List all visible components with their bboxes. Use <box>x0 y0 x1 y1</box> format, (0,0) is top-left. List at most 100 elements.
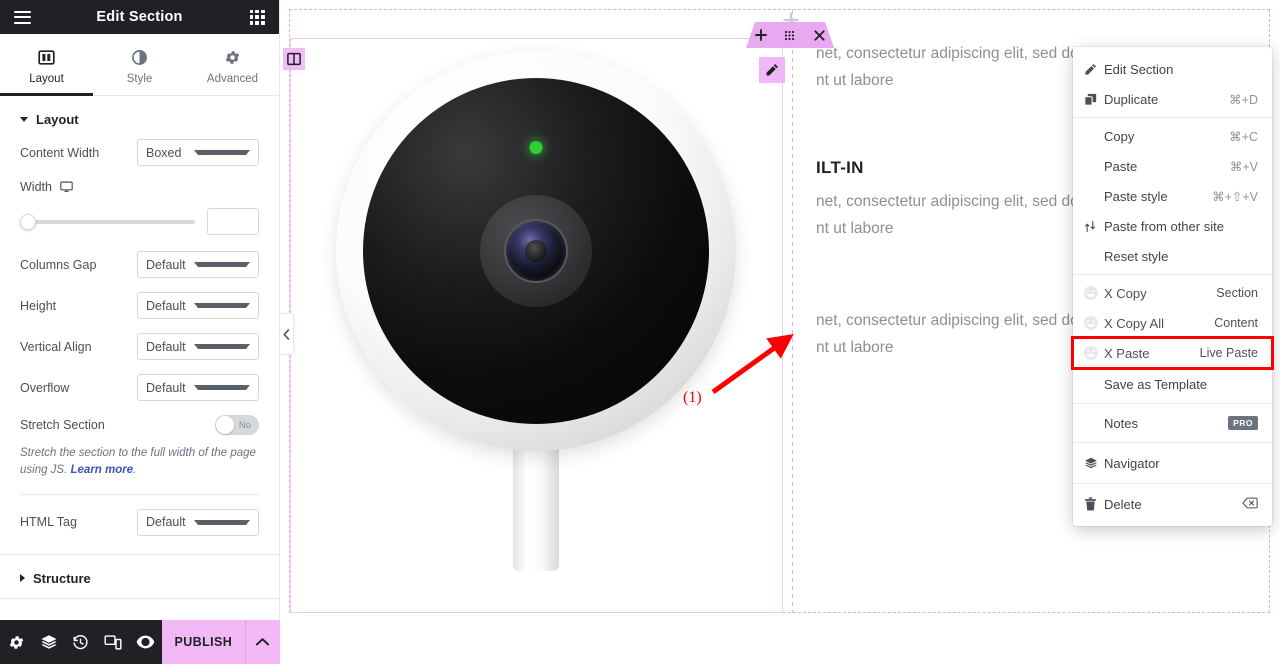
gear-icon <box>224 49 241 67</box>
desktop-icon[interactable] <box>60 181 73 193</box>
column-layout-icon[interactable] <box>283 48 305 70</box>
menu-item-edit-section[interactable]: Edit Section <box>1073 54 1272 84</box>
menu-item-x-paste[interactable]: X Paste Live Paste <box>1071 336 1274 370</box>
layout-columns-icon <box>38 49 55 67</box>
menu-item-copy[interactable]: Copy ⌘+C <box>1073 121 1272 151</box>
divider <box>0 597 279 599</box>
chevron-down-icon <box>194 344 250 349</box>
menu-item-reset-style[interactable]: Reset style <box>1073 241 1272 271</box>
preview-eye-icon[interactable] <box>129 620 161 664</box>
layers-navigator-icon[interactable] <box>32 620 64 664</box>
content-width-value: Boxed <box>146 145 182 160</box>
grid-apps-icon[interactable] <box>235 0 279 34</box>
section-structure-header[interactable]: Structure <box>0 555 279 598</box>
panel-collapse-handle[interactable] <box>280 313 294 355</box>
vertical-align-select[interactable]: Default <box>137 333 259 360</box>
divider <box>20 493 259 495</box>
menu-item-label: Reset style <box>1104 248 1169 264</box>
html-tag-select[interactable]: Default <box>137 508 259 536</box>
stretch-section-description: Stretch the section to the full width of… <box>0 445 279 494</box>
publish-button[interactable]: PUBLISH <box>161 620 245 664</box>
camera-lens <box>506 221 566 281</box>
menu-item-label: Notes <box>1104 415 1138 431</box>
slider-knob[interactable] <box>20 213 36 230</box>
menu-item-label: Duplicate <box>1104 91 1159 107</box>
drag-dots-icon[interactable] <box>779 22 801 48</box>
menu-item-label: Paste <box>1104 158 1138 174</box>
layers-navigator-icon <box>1084 456 1104 470</box>
stretch-desc-part2: . <box>133 464 137 477</box>
contrast-circle-icon <box>131 49 148 67</box>
menu-item-label: X Paste <box>1104 345 1150 361</box>
section-layout-label: Layout <box>36 112 79 127</box>
learn-more-link[interactable]: Learn more <box>71 464 134 476</box>
overflow-select[interactable]: Default <box>137 374 259 401</box>
trash-delete-icon <box>1084 497 1104 511</box>
security-camera-image <box>336 51 736 571</box>
control-overflow: Overflow Default <box>0 374 279 401</box>
x-plugin-icon <box>1084 286 1104 300</box>
camera-lens-housing <box>480 195 592 307</box>
settings-gear-icon[interactable] <box>0 620 32 664</box>
overflow-label: Overflow <box>20 380 70 395</box>
pencil-edit-icon[interactable] <box>759 57 785 83</box>
columns-gap-value: Default <box>146 257 186 272</box>
stretch-desc-part1: Stretch the section to the full width of… <box>20 447 256 477</box>
menu-item-label: Paste style <box>1104 188 1168 204</box>
overflow-value: Default <box>146 380 186 395</box>
panel-body: Layout Content Width Boxed Width Columns… <box>0 96 279 664</box>
menu-item-save-as-template[interactable]: Save as Template <box>1073 368 1272 400</box>
annotation-label: (1) <box>683 389 702 406</box>
control-html-tag: HTML Tag Default <box>0 508 279 536</box>
menu-item-x-copy-all[interactable]: X Copy All Content <box>1073 308 1272 338</box>
menu-item-paste-style[interactable]: Paste style ⌘+⇧+V <box>1073 181 1272 211</box>
x-plugin-icon <box>1084 316 1104 330</box>
section-layout-header[interactable]: Layout <box>0 96 279 139</box>
image-widget[interactable] <box>290 39 782 613</box>
section-context-menu: Edit Section Duplicate ⌘+D Copy ⌘+C Past… <box>1071 47 1274 526</box>
camera-face <box>363 78 709 424</box>
tab-style-label: Style <box>126 72 153 85</box>
control-height: Height Default <box>0 292 279 319</box>
html-tag-value: Default <box>146 515 186 529</box>
responsive-mode-icon[interactable] <box>97 620 129 664</box>
stretch-section-label: Stretch Section <box>20 418 105 432</box>
columns-gap-select[interactable]: Default <box>137 251 259 278</box>
chevron-down-icon <box>194 303 250 308</box>
duplicate-copy-icon <box>1084 93 1104 106</box>
menu-item-notes[interactable]: Notes PRO <box>1073 407 1272 439</box>
control-vertical-align: Vertical Align Default <box>0 333 279 360</box>
width-label-text: Width <box>20 180 52 194</box>
content-width-select[interactable]: Boxed <box>137 139 259 166</box>
height-select[interactable]: Default <box>137 292 259 319</box>
width-slider-row <box>0 208 279 235</box>
tab-style[interactable]: Style <box>93 34 186 95</box>
section-structure-label: Structure <box>33 570 91 586</box>
tab-layout[interactable]: Layout <box>0 34 93 96</box>
history-icon[interactable] <box>65 620 97 664</box>
section-toolbar-handle[interactable] <box>746 22 834 48</box>
menu-item-shortcut: ⌘+V <box>1229 159 1258 174</box>
menu-item-navigator[interactable]: Navigator <box>1073 446 1272 480</box>
chevron-up-icon[interactable] <box>244 620 280 664</box>
menu-item-paste-from-other-site[interactable]: Paste from other site <box>1073 211 1272 241</box>
camera-led-indicator <box>529 141 543 154</box>
width-input[interactable] <box>207 208 259 235</box>
menu-item-shortcut: Content <box>1214 316 1258 330</box>
tab-advanced-label: Advanced <box>206 72 259 85</box>
context-menu-group: Navigator <box>1073 443 1272 484</box>
menu-item-x-copy[interactable]: X Copy Section <box>1073 278 1272 308</box>
menu-item-paste[interactable]: Paste ⌘+V <box>1073 151 1272 181</box>
menu-item-delete[interactable]: Delete <box>1073 487 1272 521</box>
context-menu-group: Delete <box>1073 484 1272 524</box>
stretch-section-toggle[interactable]: No <box>215 415 259 435</box>
pencil-edit-icon <box>1084 63 1104 76</box>
tab-advanced[interactable]: Advanced <box>186 34 279 95</box>
panel-tabs: Layout Style Advanced <box>0 34 279 96</box>
width-slider[interactable] <box>20 213 195 230</box>
hamburger-icon[interactable] <box>0 0 44 34</box>
menu-item-label: Save as Template <box>1104 376 1208 392</box>
height-label: Height <box>20 298 57 313</box>
caret-right-icon <box>20 574 25 582</box>
menu-item-duplicate[interactable]: Duplicate ⌘+D <box>1073 84 1272 114</box>
